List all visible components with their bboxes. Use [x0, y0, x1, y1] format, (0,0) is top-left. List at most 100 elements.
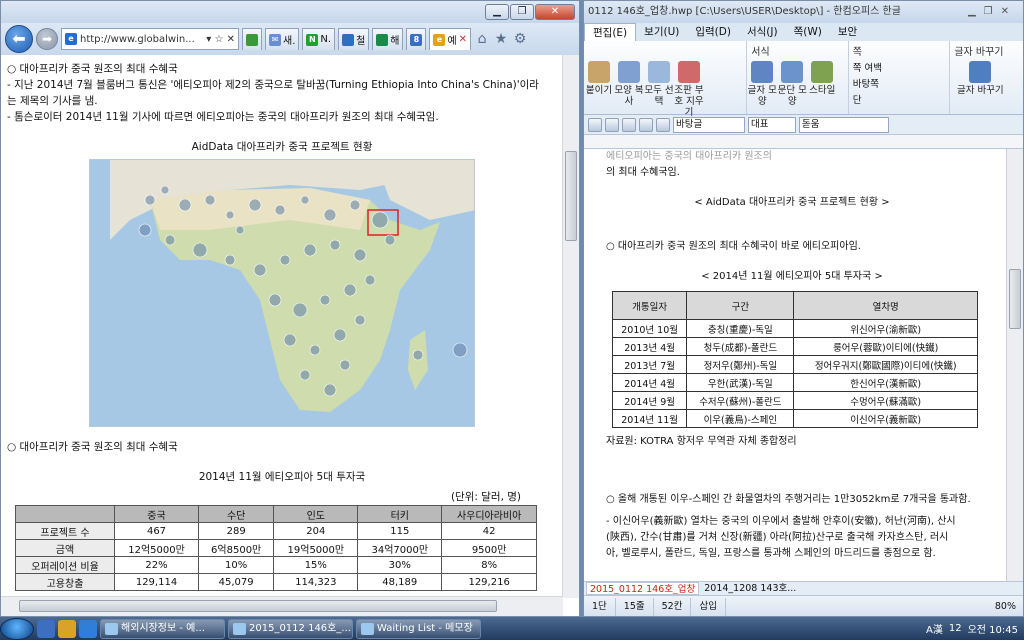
row-header: 금액: [14, 539, 116, 557]
doc-map-caption: < AidData 대아프리카 중국 프로젝트 현황 >: [694, 197, 890, 208]
button-label: 문단 모양: [777, 85, 807, 107]
table-cell: 10%: [197, 556, 275, 574]
ie-icon[interactable]: [79, 619, 97, 638]
table-cell: 42: [441, 522, 537, 540]
save-icon[interactable]: [622, 117, 636, 132]
menu-security[interactable]: 보안: [830, 23, 865, 41]
tab-2[interactable]: ✉ 새.: [265, 28, 300, 50]
header-cell: 터키: [357, 505, 443, 523]
page-margin-button[interactable]: 쪽 여백: [853, 61, 882, 77]
table-cell: 충칭(重慶)-독일: [686, 319, 795, 338]
tab-icon: [246, 33, 258, 46]
char-shape-button[interactable]: 글자 모양: [747, 61, 777, 107]
ie-tab-icon: e: [433, 33, 446, 46]
style-select[interactable]: 바탕글: [673, 116, 745, 133]
taskbar-ie[interactable]: 해외시장정보 - 예...: [100, 618, 225, 639]
favorites-icon[interactable]: ★: [493, 31, 509, 47]
table-cell: 467: [114, 522, 199, 540]
zoom-select[interactable]: 80%: [987, 598, 1023, 616]
doc-tab[interactable]: 2014_1208 143호...: [701, 582, 799, 595]
status-page: 1단: [584, 597, 616, 616]
clear-codes-button[interactable]: 조판 부호 지우기: [674, 61, 704, 118]
table-cell: 룽어우(蓉歐)이티에(快鐵): [793, 337, 978, 356]
button-label: 글자 바꾸기: [956, 85, 1004, 96]
select-icon: [648, 61, 670, 83]
column-button[interactable]: 단: [853, 93, 862, 109]
table-cell: 이우(義烏)-스페인: [686, 409, 795, 428]
char-replace-button[interactable]: 글자 바꾸기: [950, 61, 1010, 96]
home-icon[interactable]: ⌂: [474, 31, 490, 47]
table-cell: 15%: [273, 556, 359, 574]
ribbon-group-page: 쪽 쪽 여백 바탕쪽 단: [849, 41, 951, 114]
unit-label: (단위: 달러, 명): [450, 491, 521, 503]
tab-3[interactable]: N N.: [302, 28, 336, 50]
master-page-button[interactable]: 바탕쪽: [853, 77, 879, 93]
table-cell: 위신어우(渝新歐): [793, 319, 978, 338]
document-scrollbar[interactable]: [1006, 149, 1023, 581]
tab-6[interactable]: 8: [406, 28, 427, 50]
font-select[interactable]: 돋움: [799, 116, 889, 133]
scroll-thumb[interactable]: [19, 600, 497, 612]
forward-button[interactable]: ➡: [36, 28, 58, 50]
gear-icon[interactable]: ⚙: [512, 31, 528, 47]
vertical-scrollbar[interactable]: [562, 55, 579, 598]
char-replace-icon: [969, 61, 992, 83]
style-button[interactable]: 스타일: [807, 61, 837, 96]
tab-1[interactable]: [242, 28, 262, 50]
format-copy-button[interactable]: 모양 복사: [614, 61, 644, 107]
table-cell: 우한(武漢)-독일: [686, 373, 795, 392]
brush-icon: [618, 61, 640, 83]
start-button[interactable]: [0, 617, 34, 640]
menu-page[interactable]: 쪽(W): [786, 23, 830, 41]
new-icon[interactable]: [588, 117, 602, 132]
print-icon[interactable]: [639, 117, 653, 132]
naver-icon: N: [306, 33, 319, 46]
table-row: 2014년 11월 이우(義烏)-스페인 이신어우(義新歐): [611, 409, 978, 428]
address-bar[interactable]: e http://www.globalwin... ▾ ☆ ✕: [61, 28, 239, 50]
tray-badge[interactable]: 12: [949, 623, 962, 634]
ime-indicator[interactable]: A漢: [926, 621, 943, 636]
doc-tab-active[interactable]: 2015_0112 146호_업창: [586, 582, 700, 595]
paste-button[interactable]: 붙이기: [584, 61, 614, 96]
doc-table-title: < 2014년 11월 에티오피아 5대 투자국 >: [701, 271, 883, 282]
horizontal-scrollbar[interactable]: [1, 596, 563, 616]
tab-4[interactable]: 철: [338, 28, 370, 50]
africa-map-image: [89, 159, 475, 427]
window-controls[interactable]: ▁❐✕: [968, 1, 1017, 23]
clock[interactable]: 오전 10:45: [968, 621, 1018, 636]
close-button[interactable]: ✕: [535, 4, 575, 20]
scroll-thumb[interactable]: [565, 151, 577, 241]
undo-icon[interactable]: [656, 117, 670, 132]
para-shape-icon: [781, 61, 804, 83]
folder-icon[interactable]: [58, 619, 76, 638]
menu-edit[interactable]: 편집(E): [584, 23, 637, 41]
menu-insert[interactable]: 입력(D): [687, 23, 739, 41]
char-shape-icon: [751, 61, 774, 83]
menu-view[interactable]: 보기(U): [636, 23, 687, 41]
taskbar-hancom[interactable]: 2015_0112 146호_...: [228, 618, 353, 639]
status-col: 52칸: [654, 597, 692, 616]
content-line: - 지난 2014년 7월 블룸버그 통신은 '에티오피아 제2의 중국으로 탈…: [7, 79, 539, 91]
font-kind-select[interactable]: 대표: [748, 116, 796, 133]
tab-close-icon[interactable]: ✕: [459, 34, 467, 45]
explorer-icon[interactable]: [37, 619, 55, 638]
open-icon[interactable]: [605, 117, 619, 132]
para-shape-button[interactable]: 문단 모양: [777, 61, 807, 107]
maximize-button[interactable]: ❐: [510, 4, 534, 20]
document-page[interactable]: 에티오피아는 중국의 대아프리카 원조의 의 최대 수혜국임. < AidDat…: [584, 149, 1008, 581]
scroll-thumb[interactable]: [1009, 269, 1021, 329]
taskbar-notepad[interactable]: Waiting List - 메모장: [356, 618, 481, 639]
back-button[interactable]: ⬅: [5, 25, 33, 53]
table-cell: 22%: [114, 556, 199, 574]
minimize-button[interactable]: ▁: [485, 4, 509, 20]
table-row: 2014년 4월 우한(武漢)-독일 한신어우(漢新歐): [611, 373, 978, 392]
menu-format[interactable]: 서식(J): [739, 23, 786, 41]
address-controls[interactable]: ▾ ☆ ✕: [206, 34, 235, 45]
tab-active[interactable]: e 예 ✕: [429, 28, 472, 50]
row-header: 프로젝트 수: [14, 522, 116, 540]
tab-5[interactable]: 해: [372, 28, 404, 50]
select-all-button[interactable]: 모두 선택: [644, 61, 674, 107]
content-line: ○ 대아프리카 중국 원조의 최대 수혜국: [7, 63, 178, 75]
ruler[interactable]: [584, 135, 1023, 149]
table-cell: 129,114: [114, 573, 199, 591]
